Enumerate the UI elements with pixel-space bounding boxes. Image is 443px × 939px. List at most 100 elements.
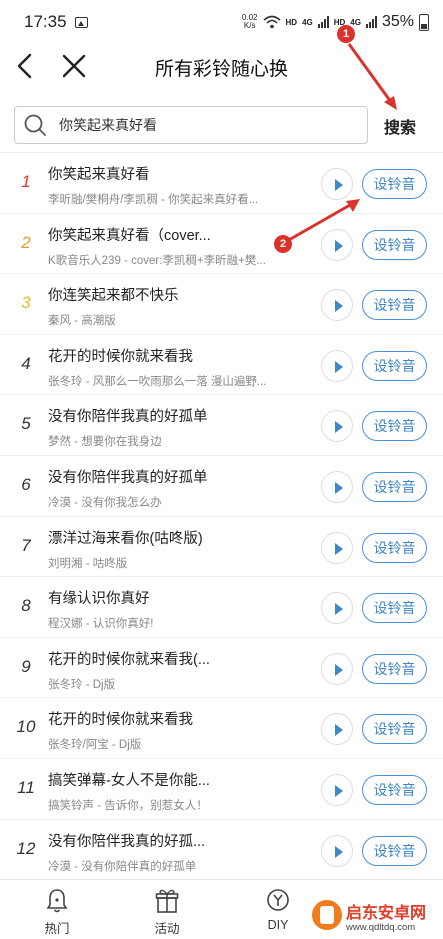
rank-number: 4 <box>21 353 31 373</box>
gift-icon <box>155 889 179 913</box>
list-item[interactable]: 7 漂洋过海来看你(咕咚版) 刘明湘 - 咕咚版 设铃音 <box>0 517 443 578</box>
rank-number: 7 <box>21 535 31 555</box>
play-button[interactable] <box>321 713 353 746</box>
set-ringtone-button[interactable]: 设铃音 <box>362 775 427 805</box>
play-button[interactable] <box>321 228 353 261</box>
wifi-icon <box>262 15 281 29</box>
play-button[interactable] <box>321 834 353 867</box>
status-bar: 17:35 0.02 K/s HD 4G HD 4G 35% <box>0 0 443 44</box>
song-title: 花开的时候你就来看我 <box>48 712 193 729</box>
battery-icon <box>419 13 429 31</box>
status-time: 17:35 <box>24 12 67 31</box>
watermark-logo-icon <box>312 900 342 930</box>
list-item[interactable]: 12 没有你陪伴我真的好孤... 冷漠 - 没有你陪伴真的好孤单 设铃音 <box>0 820 443 881</box>
annotation-marker-1: 1 <box>337 25 355 43</box>
rank-number: 6 <box>21 475 31 494</box>
rank-number: 12 <box>16 838 36 858</box>
play-button[interactable] <box>321 471 353 503</box>
set-ringtone-button[interactable]: 设铃音 <box>362 411 427 442</box>
song-artist: 梦然 - 想要你在我身边 <box>48 436 162 449</box>
list-item[interactable]: 2 你笑起来真好看（cover... K歌音乐人239 - cover:李凯稠+李昕… <box>0 214 443 275</box>
song-title: 你笑起来真好看（cover... <box>48 227 211 244</box>
song-artist: 张冬玲 - Dj版 <box>48 678 116 691</box>
song-artist: 张冬玲 - 风那么一吹雨那么一落 漫山遍野... <box>48 375 267 388</box>
list-item[interactable]: 10 花开的时候你就来看我张冬玲/阿宝 - Dj版 设铃音 <box>0 698 443 759</box>
song-title: 花开的时候你就来看我(... <box>48 651 210 668</box>
rank-number: 8 <box>21 596 31 616</box>
rank-number: 2 <box>21 232 31 252</box>
rank-number: 5 <box>21 414 31 434</box>
list-item[interactable]: 3 你连笑起来都不快乐秦风 - 高潮版 设铃音 <box>0 274 443 335</box>
song-title: 没有你陪伴我真的好孤单 <box>48 470 208 486</box>
set-ringtone-button[interactable]: 设铃音 <box>362 229 427 260</box>
search-input-value: 你笑起来真好看 <box>59 117 157 133</box>
set-ringtone-button[interactable]: 设铃音 <box>362 653 427 684</box>
title-bar: 所有彩铃随心换 <box>0 44 443 90</box>
play-button[interactable] <box>321 774 353 806</box>
song-artist: 冷漠 - 没有你陪伴真的好孤单 <box>48 860 197 873</box>
rank-number: 10 <box>16 717 36 737</box>
song-artist: 张冬玲/阿宝 - Dj版 <box>48 739 142 752</box>
play-button[interactable] <box>321 168 353 200</box>
song-title: 搞笑弹幕-女人不是你能... <box>48 773 210 789</box>
search-row: 你笑起来真好看 搜索 <box>0 104 443 146</box>
gallery-notification-icon <box>74 16 88 28</box>
song-title: 没有你陪伴我真的好孤单 <box>48 409 208 426</box>
song-artist: 秦风 - 高潮版 <box>48 315 116 328</box>
play-button[interactable] <box>321 410 353 443</box>
rank-number: 1 <box>21 172 31 191</box>
list-item[interactable]: 8 有缘认识你真好 程汉娜 - 认识你真好! 设铃音 <box>0 577 443 638</box>
network-label-hd-1: HD <box>285 17 298 27</box>
song-artist: K歌音乐人239 - cover:李凯稠+李昕融+樊... <box>48 254 266 267</box>
song-title: 花开的时候你就来看我 <box>48 348 193 365</box>
song-artist: 刘明湘 - 咕咚版 <box>48 557 128 570</box>
bell-icon <box>46 889 68 913</box>
set-ringtone-button[interactable]: 设铃音 <box>362 532 427 563</box>
network-label-4g-1: 4G <box>302 17 313 27</box>
tab-label-diy: DIY <box>267 918 289 932</box>
song-artist: 程汉娜 - 认识你真好! <box>48 618 154 631</box>
play-button[interactable] <box>321 349 353 382</box>
rank-number: 3 <box>21 293 31 313</box>
play-button[interactable] <box>321 592 353 625</box>
set-ringtone-button[interactable]: 设铃音 <box>362 290 427 321</box>
rank-number: 9 <box>21 656 31 676</box>
song-title: 没有你陪伴我真的好孤... <box>48 833 206 850</box>
set-ringtone-button[interactable]: 设铃音 <box>362 835 427 866</box>
tab-activity[interactable]: 活动 <box>132 880 202 939</box>
list-item[interactable]: 5 没有你陪伴我真的好孤单梦然 - 想要你在我身边 设铃音 <box>0 395 443 456</box>
signal-icon-2 <box>365 16 377 28</box>
network-label-4g-2: 4G <box>350 17 361 27</box>
set-ringtone-button[interactable]: 设铃音 <box>362 714 427 745</box>
network-speed-unit: K/s <box>243 21 256 30</box>
search-button[interactable]: 搜索 <box>384 114 416 138</box>
play-button[interactable] <box>321 531 353 564</box>
watermark-url: www.qdltdq.com <box>346 922 416 933</box>
tab-label-hot: 热门 <box>44 922 70 936</box>
set-ringtone-button[interactable]: 设铃音 <box>362 593 427 624</box>
tab-diy[interactable]: DIY <box>243 880 313 939</box>
set-ringtone-button[interactable]: 设铃音 <box>362 350 427 381</box>
list-item[interactable]: 4 花开的时候你就来看我张冬玲 - 风那么一吹雨那么一落 漫山遍野... 设铃音 <box>0 335 443 396</box>
signal-icon-1 <box>317 16 329 28</box>
search-icon <box>24 114 46 136</box>
song-artist: 搞笑铃声 - 告诉你，别惹女人！ <box>48 800 208 812</box>
song-artist: 冷漠 - 没有你我怎么办 <box>48 497 162 509</box>
list-item[interactable]: 1 你笑起来真好看 李昕融/樊桐舟/李凯稠 - 你笑起来真好看... 设铃音 <box>0 153 443 214</box>
play-button[interactable] <box>321 289 353 322</box>
watermark-logo: 启东安卓网 www.qdltdq.com <box>312 898 442 938</box>
battery-percent: 35% <box>381 13 414 30</box>
search-input[interactable]: 你笑起来真好看 <box>14 106 368 144</box>
page-title: 所有彩铃随心换 <box>154 59 288 80</box>
list-item[interactable]: 9 花开的时候你就来看我(... 张冬玲 - Dj版 设铃音 <box>0 638 443 699</box>
tab-hot[interactable]: 热门 <box>22 880 92 939</box>
diy-icon <box>267 889 289 911</box>
play-button[interactable] <box>321 652 353 685</box>
set-ringtone-button[interactable]: 设铃音 <box>362 472 427 502</box>
set-ringtone-button[interactable]: 设铃音 <box>362 169 427 199</box>
list-item[interactable]: 6 没有你陪伴我真的好孤单冷漠 - 没有你我怎么办 设铃音 <box>0 456 443 517</box>
annotation-marker-2: 2 <box>274 235 292 253</box>
network-speed: 0.02 K/s <box>242 14 258 30</box>
list-item[interactable]: 11 搞笑弹幕-女人不是你能... 搞笑铃声 - 告诉你，别惹女人！ 设铃音 <box>0 759 443 820</box>
song-title: 你连笑起来都不快乐 <box>48 288 179 305</box>
